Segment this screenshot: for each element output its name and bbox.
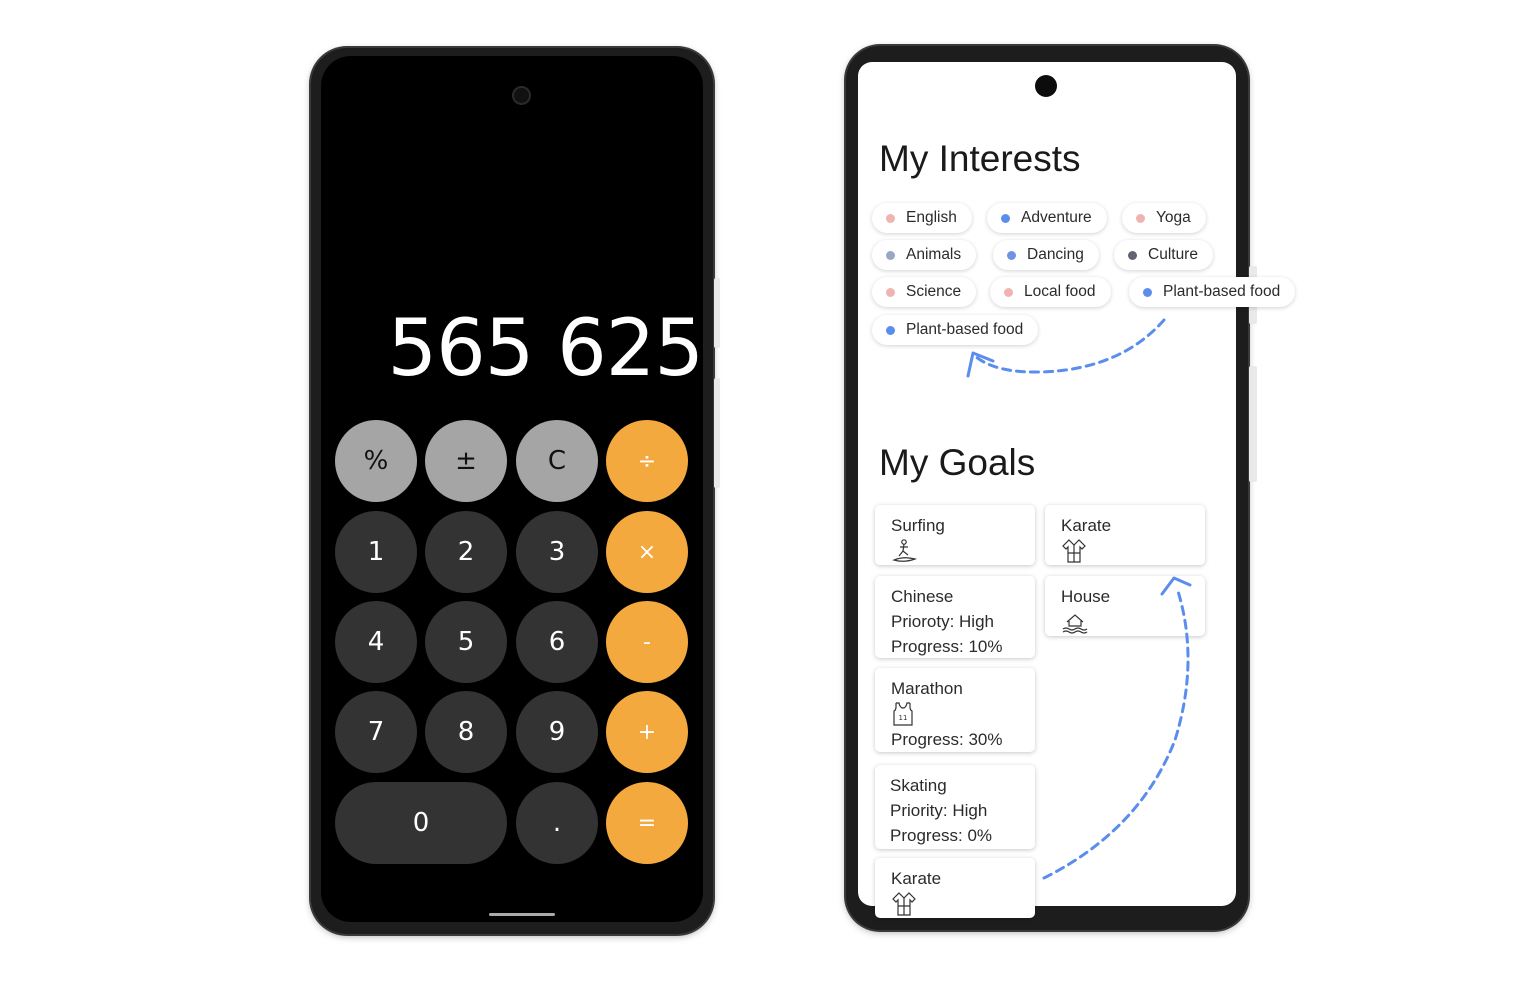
card-arrow-head-icon bbox=[1160, 576, 1192, 596]
drag-arrows bbox=[966, 318, 1192, 880]
card-drag-arrow-icon bbox=[1042, 586, 1190, 880]
chip-drag-arrow-icon bbox=[973, 318, 1166, 374]
